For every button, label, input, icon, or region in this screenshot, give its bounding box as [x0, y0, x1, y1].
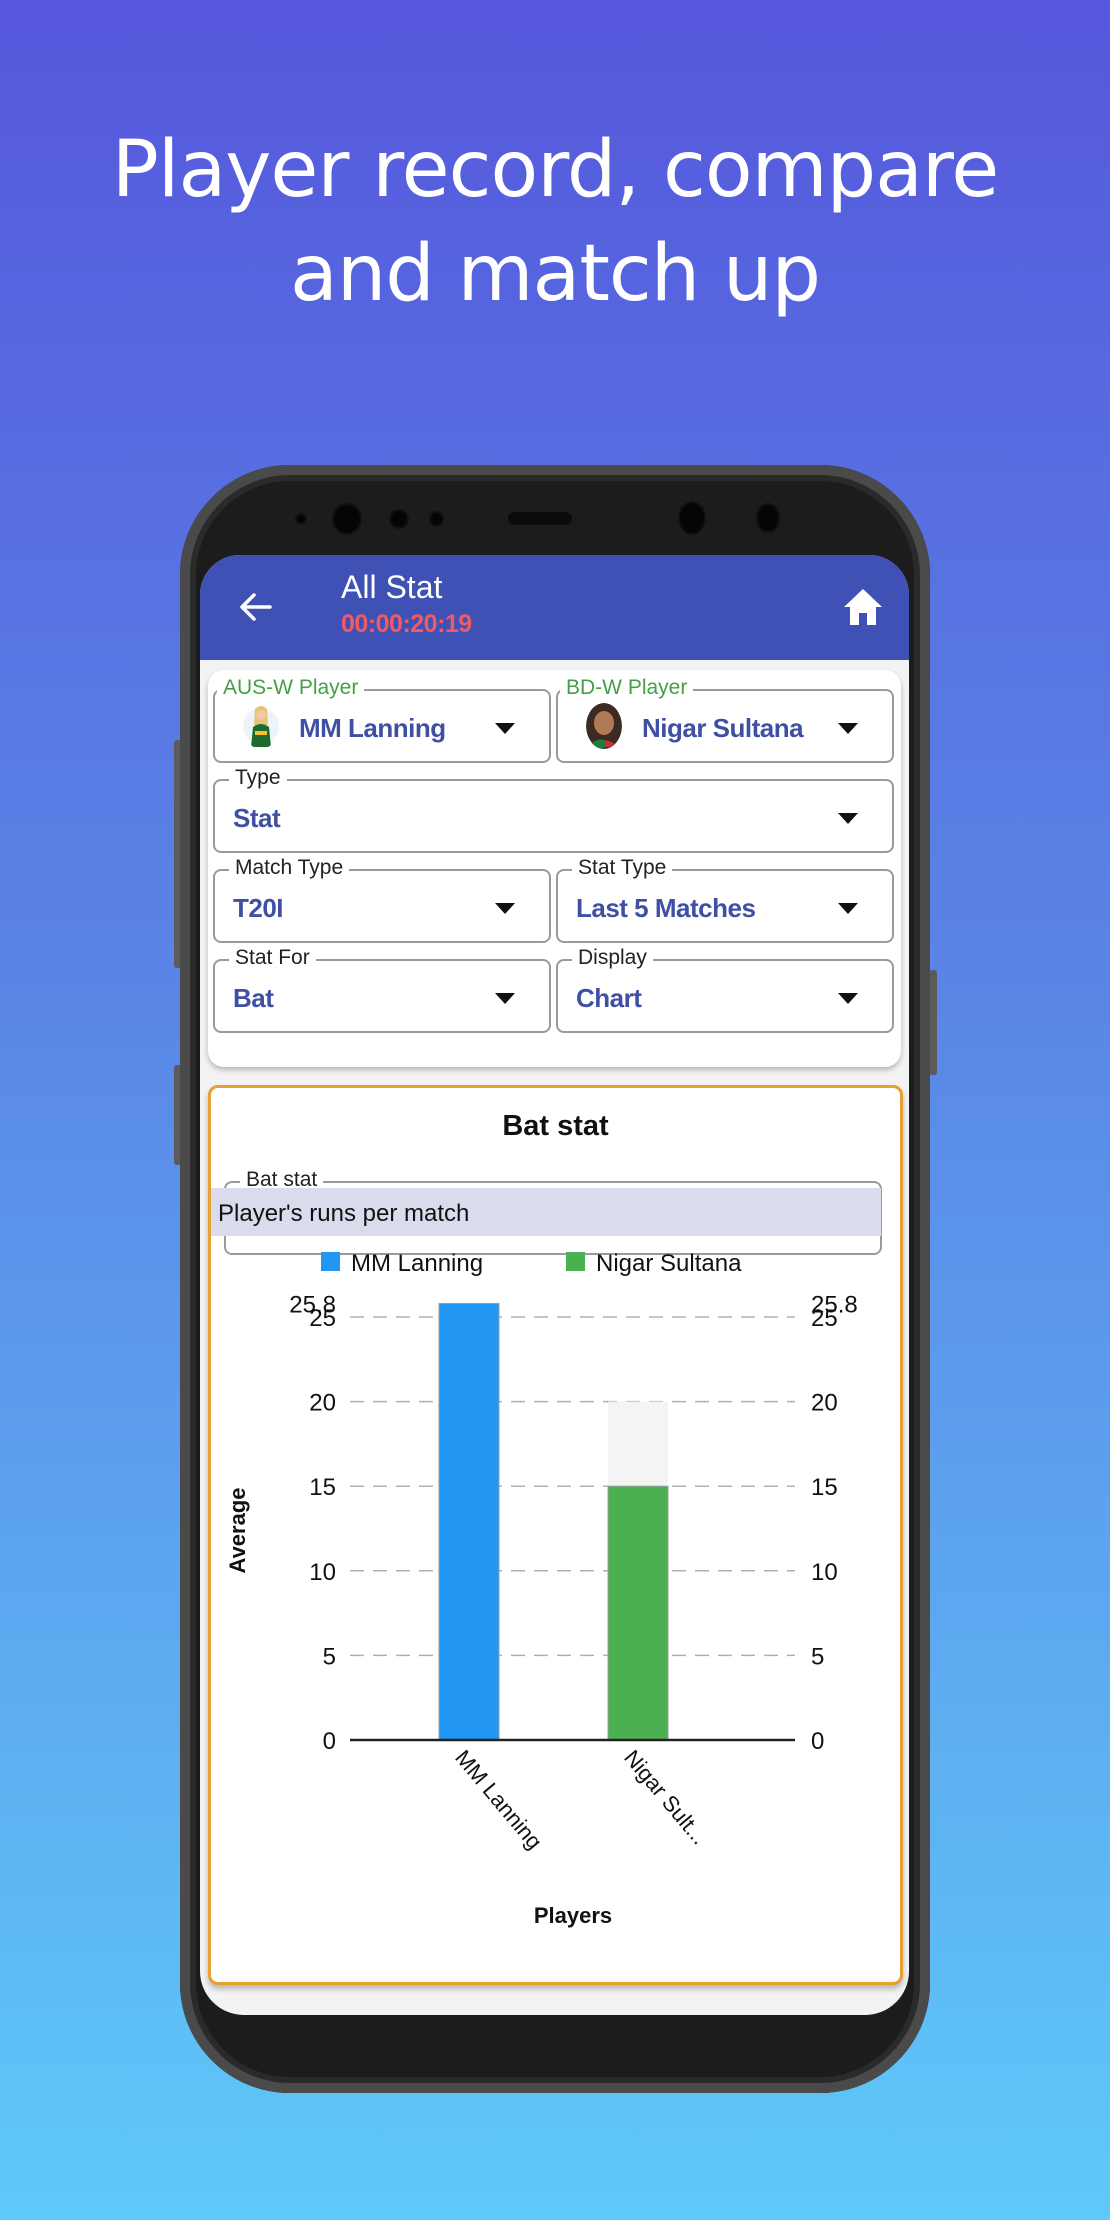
display-label: Display	[572, 946, 653, 970]
player2-label: BD-W Player	[560, 676, 694, 700]
player2-avatar	[586, 703, 622, 749]
stat-type-select[interactable]: Stat Type Last 5 Matches	[556, 856, 894, 943]
headline-line-1: Player record, compare	[111, 125, 1000, 215]
arrow-left-icon[interactable]	[234, 585, 278, 629]
chart-card-title: Bat stat	[502, 1110, 609, 1142]
legend-label-0: MM Lanning	[351, 1250, 483, 1277]
x-axis-label: Players	[534, 1903, 612, 1928]
bar-nigar-sultana	[607, 1485, 669, 1741]
y-tick-left: 15	[309, 1474, 336, 1501]
stat-type-label: Stat Type	[572, 856, 673, 880]
y-tick-left: 5	[323, 1643, 336, 1670]
legend-label-1: Nigar Sultana	[596, 1250, 742, 1277]
earpiece-speaker	[508, 512, 572, 525]
player1-avatar	[243, 703, 279, 749]
y-tick-left: 20	[309, 1390, 336, 1417]
player1-select[interactable]: AUS-W Player MM Lanning	[213, 676, 551, 763]
y-max-label-left: 25.8	[289, 1291, 336, 1318]
y-max-label-right: 25.8	[811, 1291, 858, 1318]
player1-label: AUS-W Player	[217, 676, 365, 700]
filter-card: AUS-W Player MM Lanning BD-W Player Niga…	[208, 670, 901, 1067]
chart-legend: MM Lanning Nigar Sultana	[321, 1250, 742, 1277]
front-camera-icon	[334, 505, 360, 533]
home-icon[interactable]	[842, 587, 884, 627]
y-tick-right: 10	[811, 1559, 838, 1586]
y-tick-right: 20	[811, 1390, 838, 1417]
timer-readout: 00:00:20:19	[341, 610, 472, 638]
stat-for-value: Bat	[233, 983, 274, 1013]
phone-power-button	[929, 970, 937, 1075]
page-title: All Stat	[341, 569, 443, 605]
y-tick-left: 0	[323, 1728, 336, 1755]
y-tick-left: 10	[309, 1559, 336, 1586]
bar-mm-lanning	[438, 1302, 500, 1741]
player1-value: MM Lanning	[299, 713, 446, 743]
display-value: Chart	[576, 983, 642, 1013]
sensor-icon	[431, 513, 442, 525]
y-axis-right: 051015202525.8	[811, 1291, 858, 1755]
player2-select[interactable]: BD-W Player Nigar Sultana	[556, 676, 894, 763]
chart-gridlines	[350, 1316, 795, 1657]
y-axis-left: 051015202525.8	[289, 1291, 336, 1755]
y-tick-right: 0	[811, 1728, 824, 1755]
stat-for-select[interactable]: Stat For Bat	[213, 946, 551, 1033]
headline: Player record, compare and match up	[0, 118, 1110, 326]
chevron-down-icon	[838, 723, 858, 734]
headline-line-2: and match up	[290, 229, 821, 319]
y-tick-right: 5	[811, 1643, 824, 1670]
chevron-down-icon	[838, 993, 858, 1004]
sensor-icon	[758, 505, 778, 531]
sensor-icon	[391, 511, 407, 527]
y-axis-label: Average	[225, 1487, 250, 1573]
phone-screen: All Stat 00:00:20:19 AUS-W Player MM Lan…	[200, 555, 909, 2015]
type-label: Type	[229, 766, 287, 790]
stat-for-label: Stat For	[229, 946, 316, 970]
match-type-label: Match Type	[229, 856, 350, 880]
chart-bars	[350, 1302, 795, 1742]
player2-value: Nigar Sultana	[642, 713, 804, 743]
match-type-select[interactable]: Match Type T20I	[213, 856, 551, 943]
app-bar: All Stat 00:00:20:19	[200, 555, 909, 660]
chevron-down-icon	[838, 813, 858, 824]
bar-chart: Player's runs per match MM Lanning Nigar …	[211, 1188, 881, 1928]
legend-swatch-1	[566, 1252, 585, 1271]
legend-swatch-0	[321, 1252, 340, 1271]
type-value: Stat	[233, 803, 281, 833]
chevron-down-icon	[838, 903, 858, 914]
match-type-value: T20I	[233, 893, 284, 923]
type-select[interactable]: Type Stat	[213, 766, 894, 853]
sensor-icon	[297, 515, 305, 523]
x-tick-label: MM Lanning	[450, 1745, 547, 1854]
display-select[interactable]: Display Chart	[556, 946, 894, 1033]
chevron-down-icon	[495, 903, 515, 914]
x-axis: MM Lanning Nigar Sult...	[450, 1745, 712, 1854]
stat-type-value: Last 5 Matches	[576, 893, 756, 923]
chevron-down-icon	[495, 993, 515, 1004]
y-tick-right: 15	[811, 1474, 838, 1501]
iris-scanner-icon	[680, 503, 704, 533]
x-tick-label: Nigar Sult...	[619, 1745, 712, 1849]
chevron-down-icon	[495, 723, 515, 734]
chart-title: Player's runs per match	[218, 1200, 469, 1227]
